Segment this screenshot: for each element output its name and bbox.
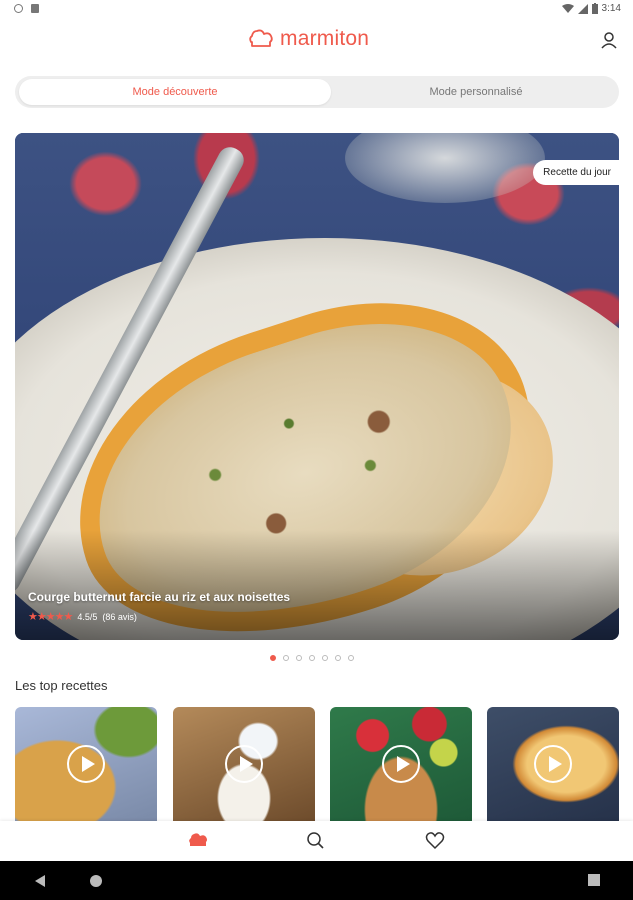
- top-recipe-card-1[interactable]: [15, 707, 157, 821]
- signal-icon: [577, 3, 588, 14]
- play-icon[interactable]: [67, 745, 105, 783]
- system-navigation-bar: [0, 861, 633, 900]
- top-recipes-title: Les top recettes: [15, 678, 108, 693]
- home-icon[interactable]: [188, 832, 208, 850]
- play-icon[interactable]: [382, 745, 420, 783]
- hero-recipe-title: Courge butternut farcie au riz et aux no…: [28, 590, 291, 604]
- notification-icon: [14, 4, 23, 13]
- status-bar: 3:14: [0, 0, 633, 20]
- pager-dot[interactable]: [309, 655, 315, 661]
- status-time: 3:14: [601, 3, 621, 14]
- top-recipes-carousel: [15, 707, 619, 821]
- hero-rating: ★★★★★ 4.5/5 (86 avis): [28, 610, 137, 623]
- bottom-navigation: [0, 821, 633, 861]
- user-account-icon[interactable]: [599, 30, 619, 50]
- pager-dot[interactable]: [296, 655, 302, 661]
- rating-stars-icon: ★★★★★: [28, 611, 73, 623]
- pager-dot[interactable]: [270, 655, 276, 661]
- review-count: (86 avis): [102, 611, 137, 622]
- back-icon[interactable]: [33, 874, 47, 888]
- chef-hat-icon: [249, 29, 273, 47]
- play-icon[interactable]: [225, 745, 263, 783]
- marmiton-logo[interactable]: marmiton: [248, 27, 369, 51]
- top-recipe-card-2[interactable]: [173, 707, 315, 821]
- recipe-of-day-badge: Recette du jour: [533, 160, 619, 185]
- logo-text: marmiton: [280, 27, 370, 50]
- mode-decouverte-tab[interactable]: Mode découverte: [19, 79, 331, 105]
- mode-personnalise-tab[interactable]: Mode personnalisé: [331, 79, 621, 105]
- recipe-of-the-day-card[interactable]: Recette du jour Courge butternut farcie …: [15, 133, 619, 640]
- rating-value: 4.5/5: [77, 611, 98, 622]
- top-recipe-card-4[interactable]: [487, 707, 619, 821]
- carousel-pager: [270, 655, 354, 661]
- recents-icon[interactable]: [588, 874, 600, 886]
- app-header: marmiton: [0, 22, 633, 58]
- battery-icon: [591, 3, 598, 14]
- search-icon[interactable]: [306, 832, 326, 850]
- home-button-icon[interactable]: [89, 874, 103, 888]
- pager-dot[interactable]: [283, 655, 289, 661]
- top-recipe-card-3[interactable]: [330, 707, 472, 821]
- pager-dot[interactable]: [335, 655, 341, 661]
- wifi-icon: [561, 3, 574, 13]
- pager-dot[interactable]: [322, 655, 328, 661]
- favorites-icon[interactable]: [425, 832, 445, 850]
- pager-dot[interactable]: [348, 655, 354, 661]
- mode-toggle: Mode découverte Mode personnalisé: [15, 76, 619, 108]
- hero-gradient: [15, 530, 619, 640]
- sim-icon: [31, 4, 39, 13]
- play-icon[interactable]: [534, 745, 572, 783]
